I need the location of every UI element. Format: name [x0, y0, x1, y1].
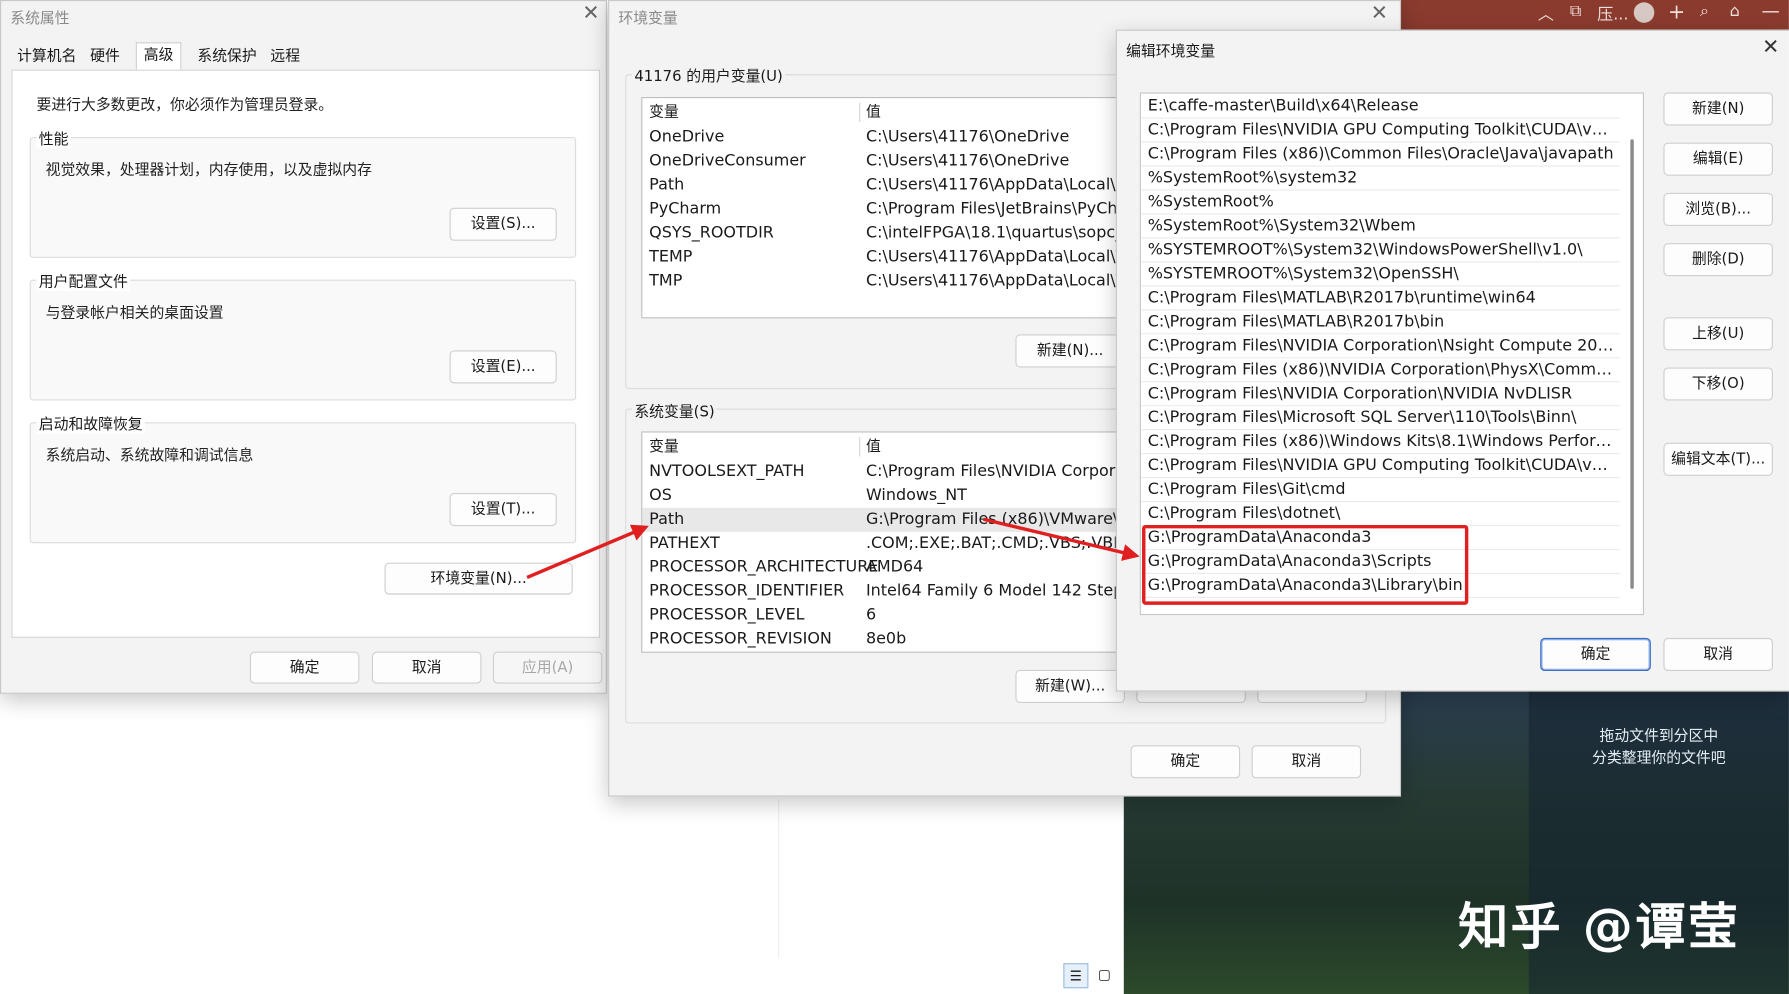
arrow-path-to-edit: [983, 517, 1140, 561]
arrow-env-to-path: [526, 524, 649, 580]
annotation-arrows: [526, 517, 1140, 580]
